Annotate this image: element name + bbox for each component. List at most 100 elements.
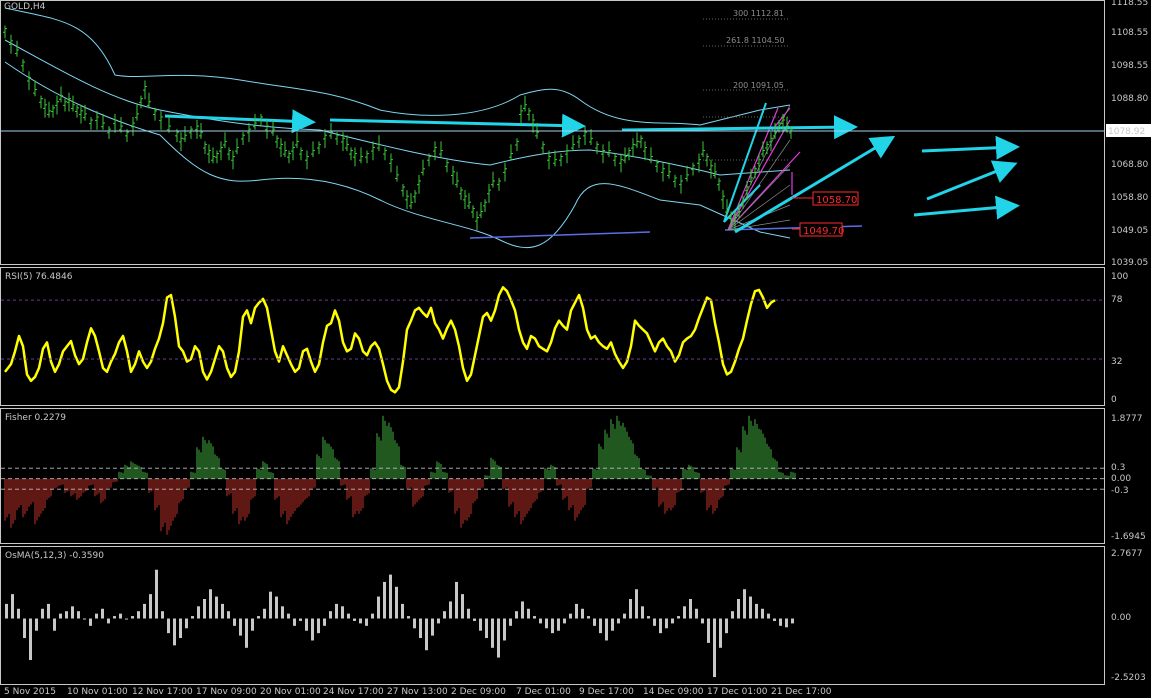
rsi-tick: 0: [1111, 395, 1117, 405]
osma-bar: [107, 618, 110, 624]
osma-tick: 0.00: [1111, 613, 1131, 623]
osma-bar: [569, 613, 572, 619]
time-tick: 21 Dec 17:00: [771, 687, 832, 697]
osma-bar: [335, 603, 338, 619]
osma-bar: [167, 618, 170, 634]
osma-bar: [29, 618, 32, 660]
fibo-label-261: 261.8 1104.50: [726, 36, 785, 45]
fisher-tick: -1.6945: [1111, 532, 1146, 542]
osma-tick: 2.7677: [1111, 549, 1143, 559]
osma-bar: [779, 618, 782, 626]
osma-bar: [395, 586, 398, 619]
trading-chart[interactable]: 1078.92 1058.70 1049.70 300 1112.81 261.…: [0, 0, 1151, 698]
rsi-tick: 100: [1111, 272, 1128, 282]
osma-bar: [725, 618, 728, 634]
osma-bar: [473, 618, 476, 621]
upper-band: [4, 7, 791, 126]
osma-bar: [407, 616, 410, 619]
current-price-label: 1078.92: [1108, 127, 1145, 137]
osma-bar: [245, 618, 248, 648]
osma-bar: [215, 596, 218, 619]
fisher-tick: 0.00: [1111, 474, 1131, 484]
osma-bar: [527, 608, 530, 619]
osma-bar: [431, 618, 434, 636]
osma-bar: [359, 618, 362, 624]
osma-bar: [53, 618, 56, 631]
osma-bar: [497, 618, 500, 658]
osma-bar: [449, 601, 452, 619]
osma-bar: [173, 618, 176, 646]
osma-bar: [425, 618, 428, 651]
osma-bar: [515, 611, 518, 619]
time-tick: 27 Nov 13:00: [387, 687, 448, 697]
rsi-tick: 32: [1111, 357, 1122, 367]
time-tick: 7 Dec 01:00: [516, 687, 571, 697]
osma-bar: [65, 611, 68, 619]
osma-bar: [347, 613, 350, 619]
time-tick: 5 Nov 2015: [4, 687, 56, 697]
osma-bar: [137, 611, 140, 619]
osma-bar: [773, 618, 776, 621]
osma-bar: [791, 618, 794, 624]
osma-bar: [203, 599, 206, 619]
osma-bar: [23, 618, 26, 639]
osma-bar: [311, 618, 314, 641]
osma-bar: [533, 616, 536, 619]
osma-bar: [293, 618, 296, 626]
osma-bar: [131, 616, 134, 619]
osma-bar: [455, 581, 458, 619]
osma-bar: [179, 618, 182, 639]
osma-bar: [365, 618, 368, 626]
osma-label: OsMA(5,12,3) -0.3590: [5, 551, 104, 561]
osma-bar: [389, 574, 392, 619]
fibo-label-200: 200 1091.05: [733, 81, 784, 90]
time-tick: 17 Nov 09:00: [196, 687, 257, 697]
osma-bar: [755, 603, 758, 619]
price-tick: 1118.55: [1111, 0, 1148, 8]
middle-band: [4, 39, 791, 176]
osma-bar: [545, 618, 548, 629]
osma-bar: [371, 613, 374, 619]
osma-bar: [701, 618, 704, 624]
osma-tick: -2.5203: [1111, 673, 1146, 683]
osma-bar: [197, 606, 200, 619]
osma-bar: [257, 616, 260, 619]
rsi-label: RSI(5) 76.4846: [5, 272, 73, 282]
time-tick: 12 Nov 17:00: [132, 687, 193, 697]
time-tick: 24 Nov 17:00: [323, 687, 384, 697]
osma-bar: [695, 608, 698, 619]
time-axis: 5 Nov 2015 10 Nov 01:00 12 Nov 17:00 17 …: [4, 687, 832, 697]
osma-bar: [41, 608, 44, 619]
osma-bar: [617, 618, 620, 624]
main-panel[interactable]: [0, 0, 1105, 265]
osma-bar: [593, 618, 596, 626]
osma-bar: [509, 618, 512, 626]
osma-bar: [299, 618, 302, 621]
price-tick: 1108.55: [1111, 28, 1148, 38]
osma-bar: [749, 596, 752, 619]
osma-panel[interactable]: [0, 546, 1105, 685]
osma-bar: [83, 618, 86, 620]
osma-bar: [737, 599, 740, 619]
price-tick: 1088.80: [1111, 94, 1148, 104]
osma-bar: [353, 618, 356, 621]
osma-bar: [305, 618, 308, 631]
osma-bar: [287, 613, 290, 619]
osma-bar: [341, 606, 344, 619]
osma-bar: [599, 618, 602, 634]
price-tick: 1068.80: [1111, 160, 1148, 170]
osma-bar: [665, 618, 668, 629]
osma-bar: [263, 608, 266, 619]
osma-bar: [101, 608, 104, 619]
osma-bar: [557, 618, 560, 631]
osma-bar: [647, 616, 650, 619]
osma-bar: [227, 611, 230, 619]
rsi-series-line: [4, 286, 776, 394]
price-tick: 1039.05: [1111, 258, 1148, 268]
osma-bar: [383, 581, 386, 619]
osma-bar: [677, 616, 680, 619]
price-tick: 1098.55: [1111, 61, 1148, 71]
osma-bar: [281, 606, 284, 619]
osma-bar: [587, 616, 590, 619]
analysis-drawings: [4, 7, 1020, 248]
